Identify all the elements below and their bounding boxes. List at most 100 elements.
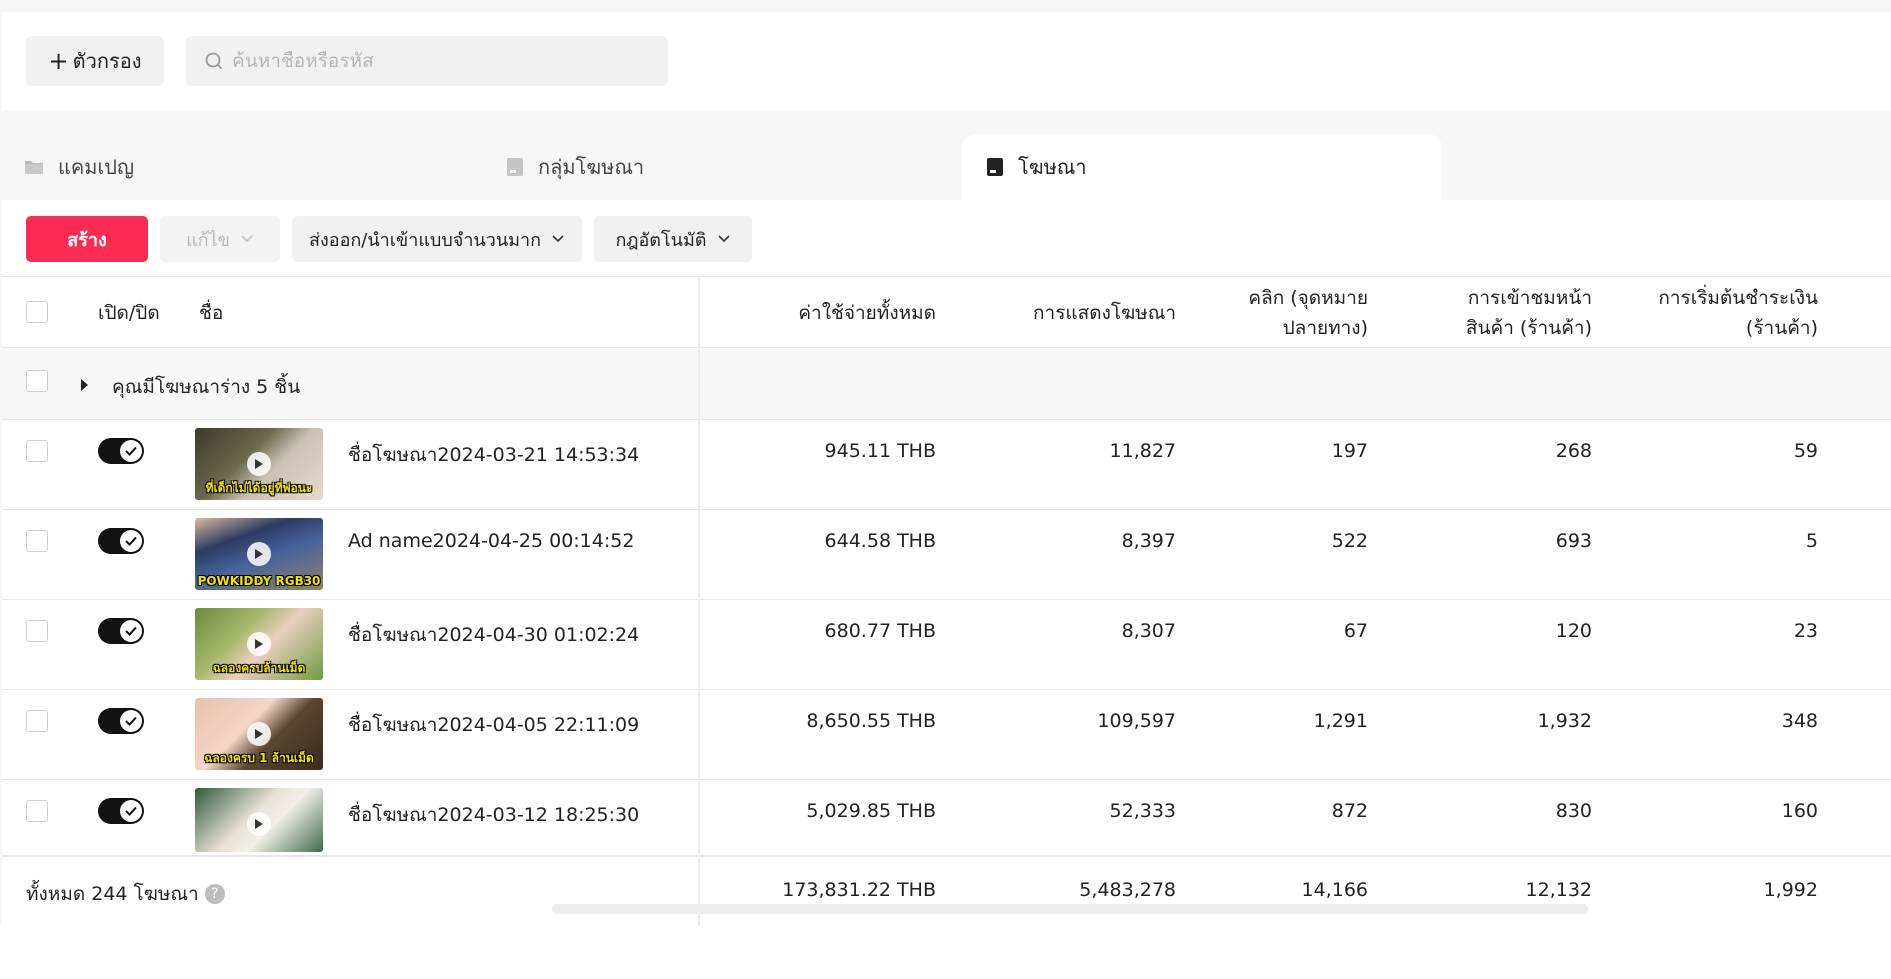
impressions-value: 52,333 xyxy=(1109,800,1176,822)
ad-name[interactable]: ชื่อโฆษณา2024-03-12 18:25:30 xyxy=(348,800,639,830)
checkout-value: 23 xyxy=(1793,620,1818,642)
plus-icon: + xyxy=(48,47,69,75)
header-spend[interactable]: ค่าใช้จ่ายทั้งหมด xyxy=(702,298,936,328)
ad-name[interactable]: ชื่อโฆษณา2024-04-30 01:02:24 xyxy=(348,620,639,650)
ad-thumbnail[interactable]: ฉลองครบ 1 ล้านเม็ด xyxy=(195,698,323,770)
chevron-down-icon xyxy=(241,235,253,243)
check-icon xyxy=(120,710,142,732)
spend-value: 680.77 THB xyxy=(824,620,936,642)
bulk-label: ส่งออก/นำเข้าแบบจำนวนมาก xyxy=(308,229,542,251)
impressions-value: 11,827 xyxy=(1109,440,1176,462)
status-toggle[interactable] xyxy=(98,708,144,734)
chevron-down-icon xyxy=(717,235,730,243)
ad-thumbnail[interactable]: ฉลองครบล้านเม็ด xyxy=(195,608,323,680)
impressions-value: 109,597 xyxy=(1097,710,1176,732)
spend-value: 8,650.55 THB xyxy=(806,710,936,732)
pageviews-value: 830 xyxy=(1555,800,1592,822)
check-icon xyxy=(120,440,142,462)
ad-group-icon xyxy=(506,157,524,177)
checkout-value: 5 xyxy=(1805,530,1818,552)
ad-name[interactable]: ชื่อโฆษณา2024-03-21 14:53:34 xyxy=(348,440,639,470)
table-row: ฉลองครบล้านเม็ด ชื่อโฆษณา2024-04-30 01:0… xyxy=(2,600,1891,690)
clicks-value: 67 xyxy=(1343,620,1368,642)
header-checkout-line2: (ร้านค้า) xyxy=(1745,317,1818,339)
horizontal-scrollbar[interactable] xyxy=(552,904,1588,914)
thumbnail-caption: ที่เด็กไม่ได้อยู่ที่พ่อนะ xyxy=(205,481,313,495)
add-filter-button[interactable]: + ตัวกรอง xyxy=(26,36,164,86)
status-toggle[interactable] xyxy=(98,438,144,464)
automated-rules-dropdown[interactable]: กฎอัตโนมัติ xyxy=(594,216,752,262)
row-checkbox[interactable] xyxy=(26,710,48,732)
tab-campaign[interactable]: แคมเปญ xyxy=(0,134,480,200)
ad-thumbnail[interactable] xyxy=(195,788,323,852)
check-icon xyxy=(120,800,142,822)
edit-dropdown[interactable]: แก้ไข xyxy=(160,216,280,262)
tab-ad-group[interactable]: กลุ่มโฆษณา xyxy=(482,134,962,200)
spend-value: 945.11 THB xyxy=(824,440,936,462)
page-footer-space xyxy=(0,926,1891,979)
header-pageviews-line1: การเข้าชมหน้า xyxy=(1467,287,1592,309)
header-pageviews-line2: สินค้า (ร้านค้า) xyxy=(1465,317,1592,339)
spend-value: 5,029.85 THB xyxy=(806,800,936,822)
header-pageviews[interactable]: การเข้าชมหน้า สินค้า (ร้านค้า) xyxy=(1392,283,1592,343)
header-clicks[interactable]: คลิก (จุดหมาย ปลายทาง) xyxy=(1192,283,1368,343)
header-impressions[interactable]: การแสดงโฆษณา xyxy=(952,298,1176,328)
draft-checkbox[interactable] xyxy=(26,370,48,392)
total-label: ทั้งหมด 244 โฆษณา? xyxy=(26,879,225,909)
row-checkbox[interactable] xyxy=(26,620,48,642)
total-count: ทั้งหมด 244 โฆษณา xyxy=(26,883,199,905)
table-row: POWKIDDY RGB30 Ad name2024-04-25 00:14:5… xyxy=(2,510,1891,600)
create-button[interactable]: สร้าง xyxy=(26,216,148,262)
header-checkout-line1: การเริ่มต้นชำระเงิน xyxy=(1658,287,1818,309)
select-all-checkbox[interactable] xyxy=(26,301,48,323)
search-icon xyxy=(205,52,222,69)
help-icon[interactable]: ? xyxy=(204,884,225,904)
status-toggle[interactable] xyxy=(98,528,144,554)
total-spend: 173,831.22 THB xyxy=(782,879,936,901)
play-icon xyxy=(247,542,271,566)
ad-icon xyxy=(986,157,1004,177)
ad-name[interactable]: Ad name2024-04-25 00:14:52 xyxy=(348,530,634,552)
bulk-export-import-dropdown[interactable]: ส่งออก/นำเข้าแบบจำนวนมาก xyxy=(292,216,582,262)
checkout-value: 348 xyxy=(1781,710,1818,732)
play-icon xyxy=(247,632,271,656)
search-box xyxy=(186,36,668,86)
total-pageviews: 12,132 xyxy=(1525,879,1592,901)
folder-icon xyxy=(24,158,44,176)
ad-name[interactable]: ชื่อโฆษณา2024-04-05 22:11:09 xyxy=(348,710,639,740)
pageviews-value: 120 xyxy=(1555,620,1592,642)
clicks-value: 872 xyxy=(1331,800,1368,822)
frozen-column-divider xyxy=(698,276,700,926)
header-clicks-line2: ปลายทาง) xyxy=(1282,317,1368,339)
draft-note[interactable]: คุณมีโฆษณาร่าง 5 ชิ้น xyxy=(112,372,300,402)
pageviews-value: 268 xyxy=(1555,440,1592,462)
ads-panel: สร้าง แก้ไข ส่งออก/นำเข้าแบบจำนวนมาก กฎอ… xyxy=(2,200,1891,928)
ad-thumbnail[interactable]: ที่เด็กไม่ได้อยู่ที่พ่อนะ xyxy=(195,428,323,500)
caret-right-icon[interactable] xyxy=(80,378,90,392)
table-header: เปิด/ปิด ชื่อ ค่าใช้จ่ายทั้งหมด การแสดงโ… xyxy=(2,276,1891,348)
ads-table: เปิด/ปิด ชื่อ ค่าใช้จ่ายทั้งหมด การแสดงโ… xyxy=(2,276,1891,928)
play-icon xyxy=(247,722,271,746)
check-icon xyxy=(120,530,142,552)
checkout-value: 59 xyxy=(1793,440,1818,462)
toolbar: สร้าง แก้ไข ส่งออก/นำเข้าแบบจำนวนมาก กฎอ… xyxy=(26,216,752,262)
table-total-row: ทั้งหมด 244 โฆษณา? 173,831.22 THB 5,483,… xyxy=(2,856,1891,928)
total-clicks: 14,166 xyxy=(1301,879,1368,901)
status-toggle[interactable] xyxy=(98,798,144,824)
row-checkbox[interactable] xyxy=(26,800,48,822)
row-checkbox[interactable] xyxy=(26,440,48,462)
search-input[interactable] xyxy=(232,50,652,72)
row-checkbox[interactable] xyxy=(26,530,48,552)
header-checkout[interactable]: การเริ่มต้นชำระเงิน (ร้านค้า) xyxy=(1612,283,1818,343)
pageviews-value: 693 xyxy=(1555,530,1592,552)
play-icon xyxy=(247,812,271,836)
pageviews-value: 1,932 xyxy=(1537,710,1592,732)
tab-ad[interactable]: โฆษณา xyxy=(962,134,1442,200)
ad-thumbnail[interactable]: POWKIDDY RGB30 xyxy=(195,518,323,590)
header-name[interactable]: ชื่อ xyxy=(199,298,223,328)
status-toggle[interactable] xyxy=(98,618,144,644)
rules-label: กฎอัตโนมัติ xyxy=(615,229,707,251)
tab-ad-label: โฆษณา xyxy=(1018,155,1087,179)
spend-value: 644.58 THB xyxy=(824,530,936,552)
check-icon xyxy=(120,620,142,642)
